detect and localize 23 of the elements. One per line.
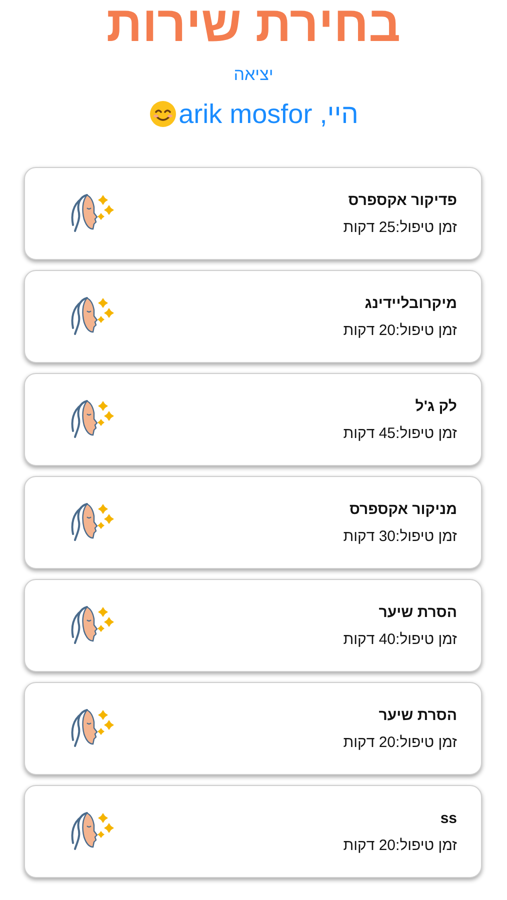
service-name: ss: [439, 810, 457, 826]
service-name: לק ג'ל: [414, 398, 457, 414]
service-card[interactable]: פדיקור אקספרס זמן טיפול:25 דקות: [24, 167, 482, 260]
service-name: מיקרובליידינג: [364, 294, 457, 312]
service-card[interactable]: הסרת שיער זמן טיפול:20 דקות: [24, 682, 482, 775]
treatment-duration: זמן טיפול:45 דקות: [343, 424, 457, 442]
service-card[interactable]: מניקור אקספרס זמן טיפול:30 דקות: [24, 476, 482, 569]
service-card[interactable]: הסרת שיער זמן טיפול:40 דקות: [24, 579, 482, 672]
treatment-duration: זמן טיפול:25 דקות: [343, 218, 457, 236]
service-name: הסרת שיער: [378, 604, 457, 620]
service-name: פדיקור אקספרס: [347, 192, 457, 208]
treatment-duration: זמן טיפול:30 דקות: [343, 528, 457, 544]
treatment-duration: זמן טיפול:20 דקות: [343, 836, 457, 854]
service-name: מניקור אקספרס: [348, 500, 457, 518]
smiley-icon: [148, 100, 177, 128]
treatment-duration: זמן טיפול:20 דקות: [343, 734, 457, 750]
service-card[interactable]: לק ג'ל זמן טיפול:45 דקות: [24, 373, 482, 466]
treatment-duration: זמן טיפול:20 דקות: [343, 322, 457, 338]
service-card[interactable]: מיקרובליידינג זמן טיפול:20 דקות: [24, 270, 482, 363]
service-name: הסרת שיער: [378, 706, 457, 724]
page-title: בחירת שירות: [105, 0, 402, 52]
greeting-text: היי, arik mosfor: [178, 98, 358, 130]
treatment-duration: זמן טיפול:40 דקות: [343, 630, 457, 648]
